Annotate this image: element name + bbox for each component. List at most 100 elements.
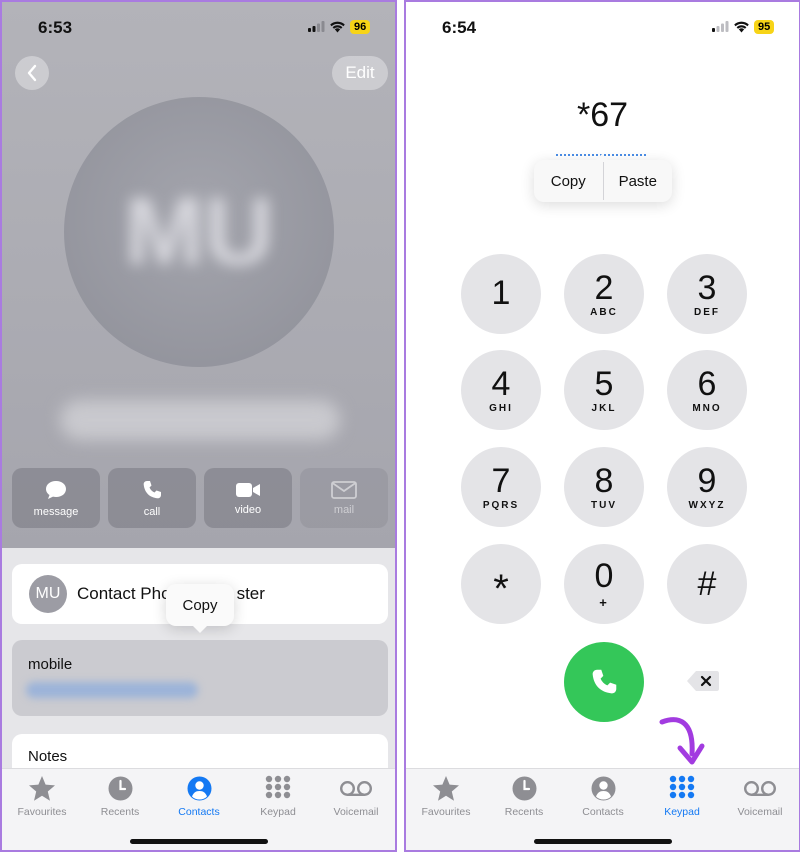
person-circle-icon [187,776,211,801]
delete-button[interactable] [686,668,720,694]
tab-recents[interactable]: Recents [80,775,160,818]
tab-voicemail[interactable]: Voicemail [316,775,395,818]
voicemail-icon [743,780,777,797]
phone-icon [592,669,617,694]
copy-menu-item[interactable]: Copy [534,160,603,202]
key-star[interactable]: * [461,544,541,624]
key-letters: WXYZ [688,499,726,511]
key-digit: 2 [594,268,614,307]
wifi-icon [734,21,749,33]
tab-recents-label: Recents [504,806,544,818]
tab-voicemail-label: Voicemail [737,806,783,818]
key-letters: PQRS [482,499,520,511]
call-action-label: call [143,505,161,518]
tab-recents-label: Recents [100,806,140,818]
home-indicator[interactable] [130,839,268,844]
key-letters: + [599,594,609,610]
key-9[interactable]: 9 WXYZ [667,447,747,527]
tab-favourites[interactable]: Favourites [406,775,486,818]
key-8[interactable]: 8 TUV [564,447,644,527]
dialed-number: *67 [576,96,629,134]
back-button[interactable] [15,56,49,90]
voicemail-icon [339,780,373,797]
keypad-icon [265,775,291,799]
status-bar: 6:54 95 [406,2,799,52]
annotation-arrow-icon [659,717,705,765]
tab-keypad[interactable]: Keypad [238,775,318,818]
key-2[interactable]: 2 ABC [564,254,644,334]
key-6[interactable]: 6 MNO [667,350,747,430]
key-digit: 8 [594,461,614,500]
status-bar: 6:53 96 [2,2,395,52]
star-icon [29,776,55,801]
keypad-screen: 6:54 95 *67 Copy Paste 1 2 ABC 3 DEF 4 GHI … [404,0,800,852]
mail-action-button[interactable]: mail [300,468,388,528]
status-time: 6:53 [38,18,73,37]
person-circle-icon [591,776,615,801]
video-action-button[interactable]: video [204,468,292,528]
mobile-label: mobile [28,656,73,673]
tab-favourites[interactable]: Favourites [2,775,82,818]
paste-menu-item[interactable]: Paste [604,160,673,202]
tab-bar: Favourites Recents Contacts Keypad Voice… [406,768,799,850]
edit-button[interactable]: Edit [332,56,388,90]
call-button[interactable] [564,642,644,722]
notes-label: Notes [28,748,68,765]
tab-contacts-label: Contacts [178,806,220,818]
tab-voicemail-label: Voicemail [333,806,379,818]
key-5[interactable]: 5 JKL [564,350,644,430]
contact-name-blurred [60,400,340,440]
message-icon [46,480,66,499]
battery-indicator: 95 [754,20,775,34]
tab-contacts[interactable]: Contacts [159,775,239,818]
key-hash[interactable]: # [667,544,747,624]
key-digit: # [697,565,717,603]
key-digit: 4 [491,364,511,403]
key-0[interactable]: 0 + [564,544,644,624]
tab-keypad-label: Keypad [664,806,700,818]
key-4[interactable]: 4 GHI [461,350,541,430]
quick-actions: message call video mail [12,468,388,528]
key-letters: MNO [692,402,722,414]
clock-icon [108,776,132,801]
chevron-left-icon [27,64,37,82]
backspace-icon [687,671,719,691]
phone-icon [143,480,161,498]
tab-favourites-label: Favourites [421,806,471,818]
tab-keypad[interactable]: Keypad [642,775,722,818]
key-digit: 1 [491,274,511,312]
edit-menu: Copy Paste [534,154,673,202]
tab-favourites-label: Favourites [17,806,67,818]
key-letters: JKL [591,402,617,414]
video-icon [236,482,260,497]
keypad-icon [669,775,695,799]
home-indicator[interactable] [534,839,672,844]
key-7[interactable]: 7 PQRS [461,447,541,527]
tab-keypad-label: Keypad [260,806,296,818]
key-letters: GHI [489,402,513,414]
wifi-icon [330,21,345,33]
contact-avatar-large: MU [64,97,334,367]
copy-popover-button[interactable]: Copy [166,584,234,633]
phone-number-blurred [26,682,198,698]
tab-voicemail[interactable]: Voicemail [720,775,799,818]
call-action-button[interactable]: call [108,468,196,528]
message-action-label: message [33,505,79,518]
key-digit: 5 [594,364,614,403]
tab-contacts[interactable]: Contacts [563,775,643,818]
tab-bar: Favourites Recents Contacts Keypad Voice… [2,768,395,850]
contact-detail-screen: 6:53 96 Edit MU message call video mail … [0,0,397,852]
tab-contacts-label: Contacts [582,806,624,818]
key-letters: TUV [591,499,617,511]
tab-recents[interactable]: Recents [484,775,564,818]
key-digit: 3 [697,268,717,307]
key-1[interactable]: 1 [461,254,541,334]
key-letters: DEF [694,306,720,318]
mobile-number-card[interactable]: mobile [12,640,388,716]
key-3[interactable]: 3 DEF [667,254,747,334]
video-action-label: video [234,503,262,516]
signal-icon [712,21,729,32]
key-digit: * [493,567,509,611]
message-action-button[interactable]: message [12,468,100,528]
status-time: 6:54 [442,18,477,37]
